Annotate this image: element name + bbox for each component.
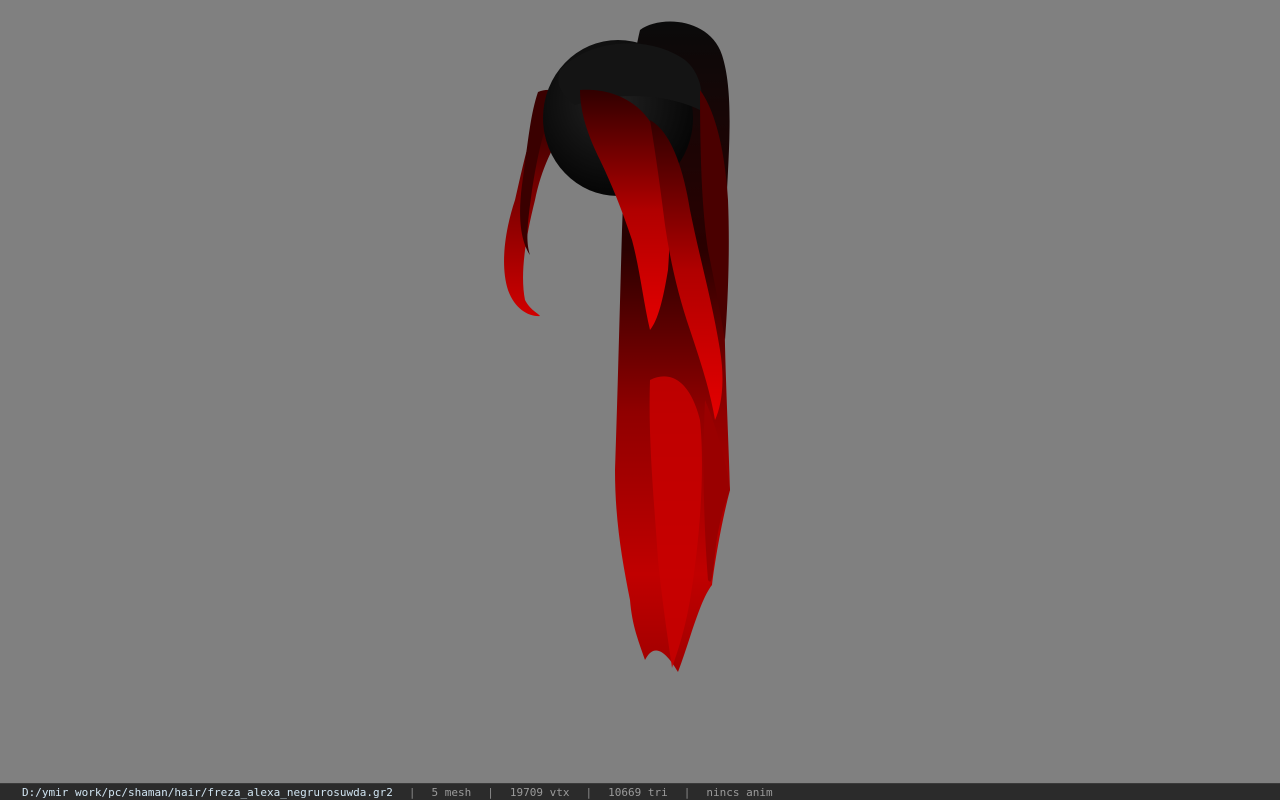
vertex-count: 19709 vtx (509, 785, 570, 799)
model-viewer-window: D:/ymir work/pc/shaman/hair/freza_alexa_… (0, 0, 1280, 800)
3d-viewport[interactable] (0, 0, 1280, 783)
hair-model-render (504, 21, 730, 672)
triangle-count: 10669 tri (608, 785, 668, 799)
status-separator: | (585, 785, 593, 799)
mesh-count: 5 mesh (431, 785, 472, 799)
animation-status: nincs anim (706, 785, 773, 799)
status-separator: | (487, 785, 494, 799)
status-separator: | (408, 785, 416, 799)
file-path: D:/ymir work/pc/shaman/hair/freza_alexa_… (22, 785, 393, 799)
status-separator: | (683, 785, 691, 799)
status-bar: D:/ymir work/pc/shaman/hair/freza_alexa_… (0, 783, 1280, 800)
